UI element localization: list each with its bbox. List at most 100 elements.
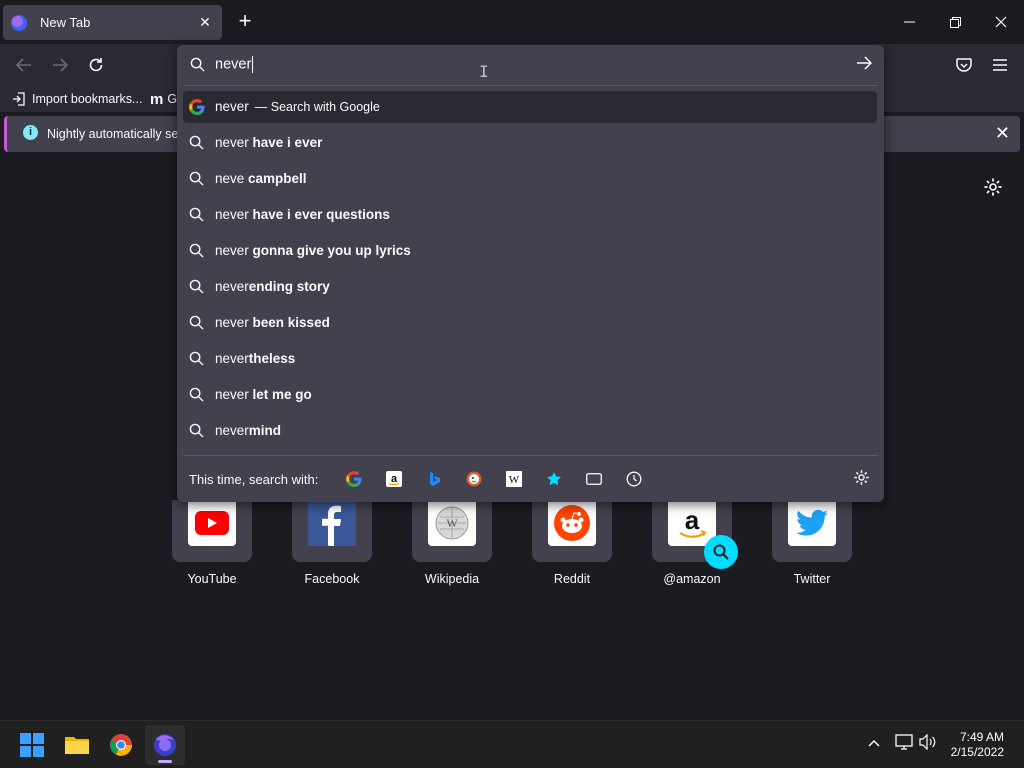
text-cursor-icon: I [479,62,489,81]
go-button[interactable] [856,55,873,75]
search-icon [189,423,205,439]
history-icon [626,471,642,487]
chrome-button[interactable] [101,725,141,765]
search-icon [189,387,205,403]
shortcut-facebook[interactable]: Facebook [292,500,372,586]
oneoff-bookmarks-button[interactable] [544,469,564,489]
tab-title: New Tab [40,15,91,30]
shortcut-label: Reddit [553,572,591,586]
search-suggestion-row[interactable]: never have i ever [183,127,877,159]
shortcut-twitter[interactable]: Twitter [772,500,852,586]
import-bookmarks-label: Import bookmarks... [32,92,143,106]
suggestion-completion: theless [248,351,296,366]
chrome-icon [110,734,132,756]
suggestion-typed-part: never [215,243,249,258]
suggestion-text: nevertheless [215,351,295,366]
back-button[interactable] [10,52,38,78]
active-app-indicator [158,760,172,763]
urlbar-value-wrap: never [215,56,254,73]
facebook-icon [308,500,356,546]
suggestion-completion: mind [248,423,282,438]
suggestion-completion: have i ever questions [248,207,390,222]
suggestion-typed-part: never [215,315,249,330]
suggestion-text: never — Search with Google [215,99,380,114]
youtube-icon [195,511,229,535]
divider [183,85,878,86]
shortcut-label: YouTube [187,572,237,586]
urlbar-value: never [215,56,252,73]
urlbar-popup: never I never — Search with Google never h… [177,45,884,502]
forward-button[interactable] [46,52,74,78]
suggestion-typed-part: never [215,387,249,402]
shortcut-label: Wikipedia [424,572,480,586]
new-tab-button[interactable]: + [233,10,257,34]
svg-text:W: W [509,474,520,486]
oneoff-google-button[interactable] [344,469,364,489]
app-menu-button[interactable] [986,52,1014,78]
firefox-nightly-button[interactable] [145,725,185,765]
search-suggestion-row[interactable]: neverending story [183,271,877,303]
oneoff-wikipedia-button[interactable]: W [504,469,524,489]
search-with-google-row[interactable]: never — Search with Google [183,91,877,123]
search-suggestion-row[interactable]: never gonna give you up lyrics [183,235,877,267]
forward-arrow-icon [53,58,68,72]
search-shortcut-badge [704,535,738,569]
search-icon [189,351,205,367]
tab-new-tab[interactable]: New Tab ✕ [3,5,222,40]
minimize-button[interactable] [887,6,931,38]
wikipedia-icon: W [506,471,522,487]
suggestion-text: neve campbell [215,171,307,186]
file-explorer-button[interactable] [57,725,97,765]
windows-logo-icon [20,733,44,757]
notification-close-icon[interactable]: ✕ [995,123,1010,144]
reload-button[interactable] [82,52,110,78]
search-suggestion-row[interactable]: nevermind [183,415,877,447]
shortcut-youtube[interactable]: YouTube [172,500,252,586]
newtab-settings-button[interactable] [983,177,1003,197]
suggestion-typed-part: neve [215,171,245,186]
search-icon [189,171,205,187]
text-caret [252,56,254,73]
folder-icon [65,737,89,754]
suggestion-completion: been kissed [248,315,330,330]
oneoff-bing-button[interactable] [424,469,444,489]
clock-time: 7:49 AM [959,730,1004,744]
import-bookmarks-item[interactable]: Import bookmarks... [12,89,142,109]
search-suggestion-row[interactable]: never let me go [183,379,877,411]
oneoff-duckduckgo-button[interactable] [464,469,484,489]
search-suggestion-row[interactable]: never have i ever questions [183,199,877,231]
suggestion-text: never have i ever questions [215,207,390,222]
svg-text:a: a [685,505,700,535]
tab-close-icon[interactable]: ✕ [196,13,214,31]
urlbar-input[interactable]: never I [177,45,884,85]
show-hidden-icons-button[interactable] [868,734,880,750]
svg-text:a: a [391,473,398,485]
network-status[interactable] [895,734,913,753]
restore-button[interactable] [933,6,977,38]
oneoff-tabs-button[interactable] [584,469,604,489]
oneoff-search-label: This time, search with: [189,472,319,487]
shortcut-reddit[interactable]: Reddit [532,500,612,586]
import-icon [13,92,25,106]
clock[interactable]: 7:49 AM 2/15/2022 [951,730,1004,760]
volume-control[interactable] [919,733,937,753]
pocket-icon [956,57,972,72]
search-settings-button[interactable] [853,469,873,489]
search-suggestion-row[interactable]: neve campbell [183,163,877,195]
search-suggestion-row[interactable]: nevertheless [183,343,877,375]
shortcut-label: Facebook [304,572,360,586]
pocket-button[interactable] [950,52,978,78]
suggestion-typed-part: never [215,351,249,366]
search-suggestion-row[interactable]: never been kissed [183,307,877,339]
divider [183,455,878,456]
oneoff-amazon-button[interactable]: a [384,469,404,489]
start-button[interactable] [12,725,52,765]
oneoff-history-button[interactable] [624,469,644,489]
minimize-icon [903,21,915,23]
bookmark-item[interactable]: m G [150,89,177,109]
suggestion-completion: ending story [248,279,330,294]
close-window-button[interactable] [979,6,1023,38]
shortcut-wikipedia[interactable]: W Wikipedia [412,500,492,586]
m-site-icon: m [150,90,164,108]
suggestion-completion: let me go [248,387,312,402]
